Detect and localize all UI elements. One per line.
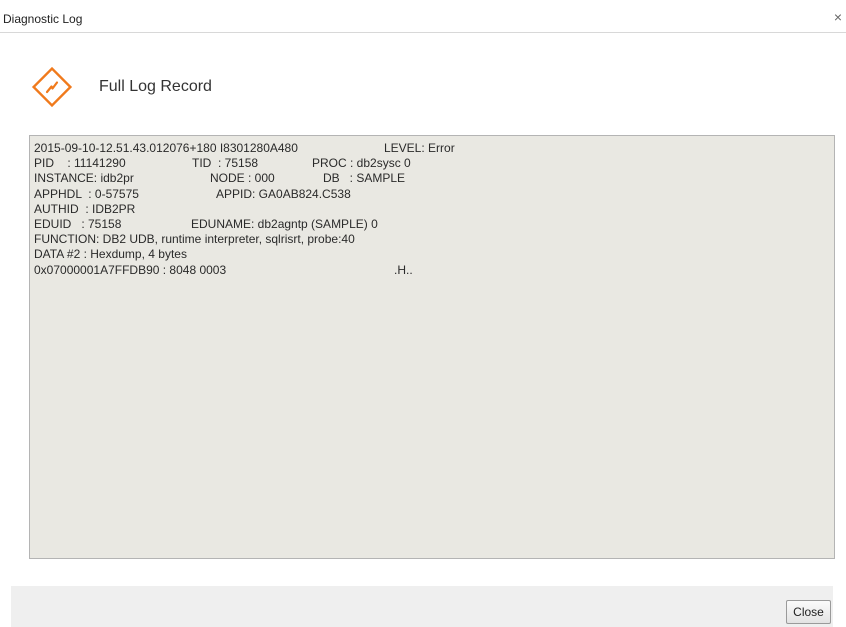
log-line-col2: EDUNAME: db2agntp (SAMPLE) 0 [191, 216, 378, 231]
warning-diamond-icon [31, 66, 73, 108]
log-line: PID : 11141290 TID : 75158 PROC : db2sys… [34, 156, 830, 171]
dialog-titlebar: Diagnostic Log × [0, 0, 846, 33]
log-line-col1: 2015-09-10-12.51.43.012076+180 I8301280A… [34, 141, 298, 155]
dialog-title: Diagnostic Log [3, 12, 83, 26]
log-line-col3: DB : SAMPLE [323, 171, 406, 186]
page-title: Full Log Record [99, 78, 212, 95]
close-button[interactable]: Close [786, 600, 831, 624]
log-record-text[interactable]: 2015-09-10-12.51.43.012076+180 I8301280A… [29, 135, 835, 559]
close-icon[interactable]: × [834, 10, 842, 24]
log-line-col1: AUTHID : IDB2PR [34, 201, 136, 216]
log-line-col3: PROC : db2sysc 0 [312, 156, 411, 171]
log-header: Full Log Record [30, 65, 430, 109]
log-line-col1: EDUID : 75158 [34, 216, 122, 231]
dialog-footer: Close [11, 586, 833, 627]
log-line-col2: TID : 75158 [192, 156, 259, 171]
log-line-col1: FUNCTION: DB2 UDB, runtime interpreter, … [34, 232, 355, 247]
log-line-col3: .H.. [394, 262, 413, 277]
log-line-col2: APPID: GA0AB824.C538 [216, 186, 351, 201]
log-line-col1: PID : 11141290 [34, 156, 126, 171]
log-line-col1: 0x07000001A7FFDB90 : 8048 0003 [34, 262, 227, 277]
log-line: EDUID : 75158 EDUNAME: db2agntp (SAMPLE)… [34, 217, 830, 232]
log-line-col1: INSTANCE: idb2pr [34, 171, 134, 186]
log-line-col1: DATA #2 : Hexdump, 4 bytes [34, 247, 187, 262]
log-line-col2: NODE : 000 [210, 171, 275, 186]
log-line: AUTHID : IDB2PR [34, 202, 830, 217]
log-line: INSTANCE: idb2pr NODE : 000 DB : SAMPLE [34, 171, 830, 186]
log-line-col3: LEVEL: Error [384, 141, 455, 155]
log-line: 2015-09-10-12.51.43.012076+180 I8301280A… [34, 141, 830, 156]
log-line: 0x07000001A7FFDB90 : 8048 0003 .H.. [34, 263, 830, 278]
log-line: APPHDL : 0-57575 APPID: GA0AB824.C538 [34, 187, 830, 202]
log-line-col1: APPHDL : 0-57575 [34, 186, 139, 201]
log-line: DATA #2 : Hexdump, 4 bytes [34, 247, 830, 262]
log-line: FUNCTION: DB2 UDB, runtime interpreter, … [34, 232, 830, 247]
